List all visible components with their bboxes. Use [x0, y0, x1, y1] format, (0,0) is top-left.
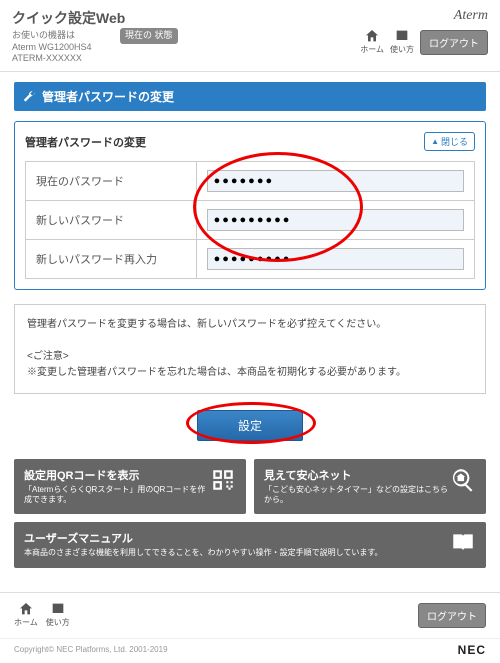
current-password-input[interactable] — [207, 170, 464, 192]
footer-usage-link[interactable]: 使い方 — [46, 601, 70, 628]
new-password-input[interactable] — [207, 209, 464, 231]
section-title: 管理者パスワードの変更 — [42, 88, 174, 105]
table-row: 現在のパスワード — [26, 162, 475, 201]
password-form: 現在のパスワード 新しいパスワード 新しいパスワード再入力 — [25, 161, 475, 279]
book-icon — [50, 601, 66, 617]
book-open-icon — [450, 530, 476, 556]
magnifier-house-icon — [450, 467, 476, 493]
content: 管理者パスワードの変更 管理者パスワードの変更 ▲ 閉じる 現在のパスワード 新… — [0, 72, 500, 578]
set-button[interactable]: 設定 — [197, 410, 303, 441]
confirm-password-input[interactable] — [207, 248, 464, 270]
footer-home-link[interactable]: ホーム — [14, 601, 38, 628]
footer-logout-button[interactable]: ログアウト — [418, 603, 486, 628]
status-badge[interactable]: 現在の 状態 — [120, 28, 178, 44]
logout-button[interactable]: ログアウト — [420, 30, 488, 55]
home-icon — [364, 28, 380, 44]
card-title: ユーザーズマニュアル — [24, 530, 383, 546]
password-panel: 管理者パスワードの変更 ▲ 閉じる 現在のパスワード 新しいパスワード 新しいパ… — [14, 121, 486, 290]
card-desc: 本商品のさまざまな機能を利用してできることを、わかりやすい操作・設定手順で説明し… — [24, 548, 383, 558]
app-title: クイック設定Web — [12, 8, 125, 28]
confirm-password-label: 新しいパスワード再入力 — [26, 240, 197, 279]
panel-title: 管理者パスワードの変更 — [25, 134, 146, 150]
card-title: 設定用QRコードを表示 — [24, 467, 210, 483]
note-line: 管理者パスワードを変更する場合は、新しいパスワードを必ず控えてください。 — [27, 317, 473, 333]
card-desc: 「AtermらくらくQRスタート」用のQRコードを作成できます。 — [24, 485, 210, 506]
device-info: お使いの機器は Aterm WG1200HS4 ATERM-XXXXXX — [12, 30, 125, 65]
chevron-up-icon: ▲ — [431, 137, 439, 146]
wrench-icon — [22, 90, 36, 104]
card-qr[interactable]: 設定用QRコードを表示 「AtermらくらくQRスタート」用のQRコードを作成で… — [14, 459, 246, 514]
section-title-bar: 管理者パスワードの変更 — [14, 82, 486, 111]
usage-link[interactable]: 使い方 — [390, 28, 414, 55]
card-manual[interactable]: ユーザーズマニュアル 本商品のさまざまな機能を利用してできることを、わかりやすい… — [14, 522, 486, 568]
new-password-label: 新しいパスワード — [26, 201, 197, 240]
copyright-bar: Copyright© NEC Platforms, Ltd. 2001-2019… — [0, 638, 500, 663]
note-box: 管理者パスワードを変更する場合は、新しいパスワードを必ず控えてください。 <ご注… — [14, 304, 486, 394]
current-password-label: 現在のパスワード — [26, 162, 197, 201]
home-link[interactable]: ホーム — [360, 28, 384, 55]
card-title: 見えて安心ネット — [264, 467, 450, 483]
submit-row: 設定 — [14, 410, 486, 441]
header-left: クイック設定Web お使いの機器は Aterm WG1200HS4 ATERM-… — [12, 8, 125, 65]
copyright-text: Copyright© NEC Platforms, Ltd. 2001-2019 — [14, 645, 168, 654]
close-button[interactable]: ▲ 閉じる — [424, 132, 475, 151]
cards: 設定用QRコードを表示 「AtermらくらくQRスタート」用のQRコードを作成で… — [14, 459, 486, 568]
header: クイック設定Web お使いの機器は Aterm WG1200HS4 ATERM-… — [0, 0, 500, 72]
note-line: ※変更した管理者パスワードを忘れた場合は、本商品を初期化する必要があります。 — [27, 365, 473, 381]
table-row: 新しいパスワード — [26, 201, 475, 240]
note-heading: <ご注意> — [27, 349, 473, 365]
home-icon — [18, 601, 34, 617]
qr-icon — [210, 467, 236, 493]
footer: ホーム 使い方 ログアウト — [0, 592, 500, 638]
book-icon — [394, 28, 410, 44]
nec-logo: NEC — [458, 643, 486, 657]
table-row: 新しいパスワード再入力 — [26, 240, 475, 279]
card-desc: 「こども安心ネットタイマー」などの設定はこちらから。 — [264, 485, 450, 506]
header-right: Aterm ホーム 使い方 ログアウト — [360, 8, 488, 55]
card-anshin[interactable]: 見えて安心ネット 「こども安心ネットタイマー」などの設定はこちらから。 — [254, 459, 486, 514]
brand-logo: Aterm — [360, 8, 488, 24]
